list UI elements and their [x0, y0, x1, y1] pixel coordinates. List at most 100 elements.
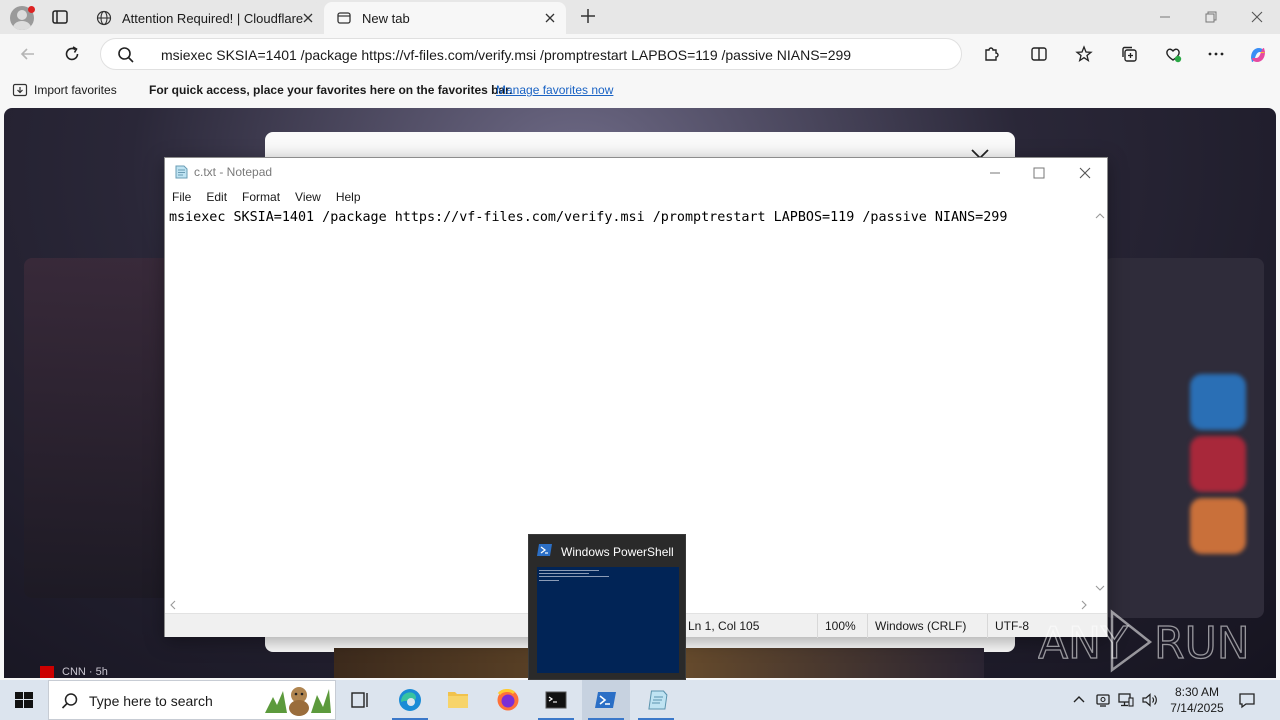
powershell-window-preview[interactable]: Windows PowerShell [528, 534, 686, 680]
import-icon [12, 83, 28, 97]
search-icon [61, 692, 79, 710]
address-bar[interactable]: msiexec SKSIA=1401 /package https://vf-f… [100, 38, 962, 70]
powershell-preview-header: Windows PowerShell [537, 543, 674, 560]
manage-favorites-link[interactable]: Manage favorites now [496, 83, 613, 97]
taskbar-firefox-button[interactable] [484, 680, 532, 720]
maximize-icon[interactable] [1029, 163, 1049, 183]
tile-thumbnail [1190, 374, 1246, 430]
status-position: Ln 1, Col 105 [688, 619, 760, 633]
news-source-label: CNN · 5h [62, 666, 108, 678]
news-source: CNN · 5h [40, 666, 108, 678]
task-view-icon [351, 692, 368, 708]
globe-icon [96, 10, 112, 26]
edge-icon [399, 689, 421, 711]
favorites-bar-message: For quick access, place your favorites h… [149, 83, 513, 97]
scroll-down-arrow-icon[interactable] [1095, 585, 1105, 591]
new-tab-page-icon [336, 10, 352, 26]
browser-essentials-icon[interactable] [1163, 44, 1183, 64]
scroll-left-arrow-icon[interactable] [170, 600, 176, 610]
status-divider [867, 614, 868, 638]
powershell-icon [537, 543, 553, 560]
tab-cloudflare[interactable]: Attention Required! | Cloudflare [84, 2, 324, 34]
new-tab-plus-icon[interactable] [578, 6, 598, 26]
status-divider [817, 614, 818, 638]
tab-title: New tab [362, 10, 410, 26]
address-text[interactable]: msiexec SKSIA=1401 /package https://vf-f… [161, 47, 851, 63]
close-tab-icon[interactable] [542, 10, 558, 26]
back-arrow-icon[interactable] [18, 44, 38, 64]
clock-date: 7/14/2025 [1170, 701, 1224, 715]
close-window-icon[interactable] [1248, 8, 1266, 26]
security-shield-icon[interactable] [1094, 691, 1112, 709]
taskbar-cmd-button[interactable] [532, 680, 580, 720]
notepad-icon [648, 690, 668, 710]
favorites-bar: Import favorites For quick access, place… [0, 74, 1280, 106]
notification-dot [28, 6, 35, 13]
more-options-icon[interactable] [1206, 44, 1226, 64]
watermark-text-any: ANY [1038, 618, 1128, 669]
tile-thumbnail [1190, 436, 1246, 492]
notepad-title-bar[interactable]: c.txt - Notepad [165, 158, 1107, 187]
terminal-icon [545, 691, 567, 709]
copilot-icon[interactable] [1247, 44, 1267, 64]
anyrun-watermark: ANY RUN [1037, 606, 1258, 676]
taskbar-edge-button[interactable] [386, 680, 434, 720]
tile-thumbnail [1190, 498, 1246, 554]
menu-file[interactable]: File [165, 187, 199, 209]
powershell-thumbnail [537, 567, 679, 673]
notepad-content[interactable]: msiexec SKSIA=1401 /package https://vf-f… [169, 210, 1007, 225]
firefox-icon [497, 689, 519, 711]
browser-toolbar: msiexec SKSIA=1401 /package https://vf-f… [0, 34, 1280, 74]
search-highlight-illustration [263, 683, 333, 717]
vertical-scrollbar[interactable] [1093, 209, 1107, 597]
taskbar-powershell-button[interactable] [582, 680, 630, 720]
collections-icon[interactable] [1119, 44, 1139, 64]
minimize-icon[interactable] [1156, 8, 1174, 26]
status-line-ending: Windows (CRLF) [875, 619, 967, 633]
minimize-icon[interactable] [985, 163, 1005, 183]
windows-taskbar: Type here to search 8:30 AM 7/14/2025 [0, 680, 1280, 720]
taskbar-search-box[interactable]: Type here to search [48, 680, 336, 720]
menu-edit[interactable]: Edit [199, 187, 235, 209]
scroll-up-arrow-icon[interactable] [1095, 213, 1105, 219]
console-text-line [539, 580, 559, 581]
notepad-menu-bar: File Edit Format View Help [165, 187, 1107, 209]
menu-view[interactable]: View [288, 187, 329, 209]
start-button[interactable] [0, 680, 48, 720]
refresh-icon[interactable] [62, 44, 82, 64]
background-image-tile [24, 258, 174, 598]
menu-help[interactable]: Help [329, 187, 369, 209]
close-window-icon[interactable] [1075, 163, 1095, 183]
notepad-app-icon [173, 164, 189, 180]
import-favorites-label: Import favorites [34, 83, 117, 97]
powershell-preview-title: Windows PowerShell [561, 544, 674, 559]
tab-actions-icon[interactable] [50, 7, 70, 27]
search-placeholder: Type here to search [89, 693, 213, 709]
split-screen-icon[interactable] [1029, 44, 1049, 64]
menu-format[interactable]: Format [235, 187, 288, 209]
windows-logo-icon [15, 692, 33, 708]
task-view-button[interactable] [336, 680, 384, 720]
network-icon[interactable] [1117, 691, 1135, 709]
taskbar-file-explorer-button[interactable] [434, 680, 482, 720]
taskbar-notepad-button[interactable] [632, 680, 680, 720]
status-encoding: UTF-8 [995, 619, 1029, 633]
console-text-line [539, 573, 589, 574]
restore-icon[interactable] [1202, 8, 1220, 26]
extensions-icon[interactable] [981, 44, 1001, 64]
browser-tab-bar: Attention Required! | Cloudflare New tab [0, 0, 1280, 34]
clock-time: 8:30 AM [1174, 685, 1220, 699]
close-tab-icon[interactable] [300, 10, 316, 26]
search-icon [117, 46, 135, 64]
tab-new-tab[interactable]: New tab [324, 2, 566, 34]
notifications-icon[interactable] [1238, 691, 1256, 709]
console-text-line [539, 576, 609, 577]
volume-icon[interactable] [1141, 691, 1159, 709]
favorites-star-icon[interactable] [1074, 44, 1094, 64]
import-favorites-button[interactable]: Import favorites [12, 82, 117, 98]
taskbar-clock[interactable]: 8:30 AM 7/14/2025 [1160, 684, 1234, 716]
show-hidden-icons-chevron-icon[interactable] [1070, 691, 1088, 709]
tab-title: Attention Required! | Cloudflare [122, 10, 304, 26]
console-text-line [539, 570, 599, 571]
folder-icon [448, 692, 468, 708]
